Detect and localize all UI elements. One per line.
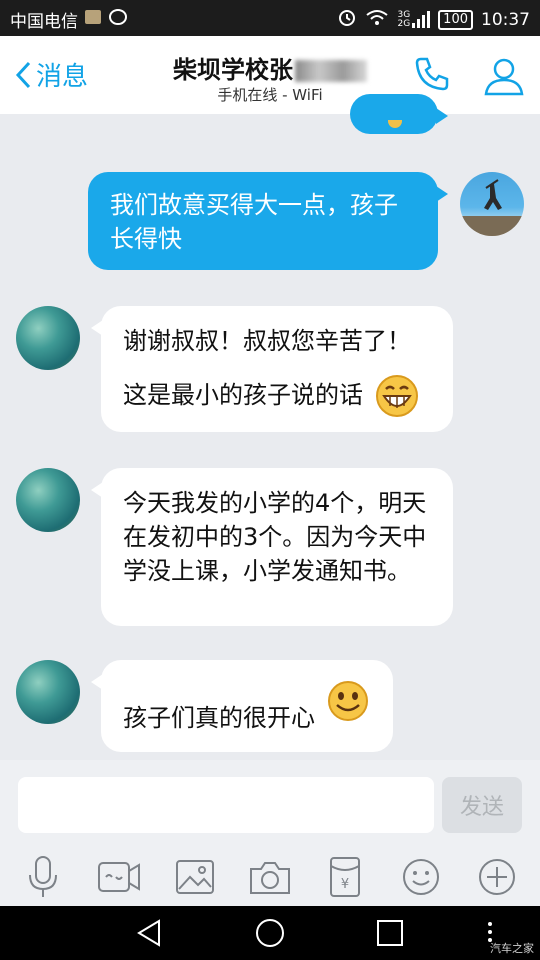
carrier-name: 中国电信	[10, 12, 78, 32]
phone-icon	[415, 57, 449, 91]
microphone-icon	[29, 856, 57, 897]
call-button[interactable]	[412, 54, 452, 98]
battery-indicator: 100	[438, 9, 473, 30]
triangle-back-icon	[137, 919, 160, 947]
camera-icon	[250, 862, 290, 894]
nav-recents-button[interactable]	[370, 916, 410, 950]
page-title: 柴坝学校张	[0, 50, 540, 85]
message-bubble-outgoing[interactable]: 我们故意买得大一点，孩子长得快	[88, 172, 448, 270]
nav-home-button[interactable]	[250, 916, 290, 950]
message-text: 孩子们真的很开心	[123, 704, 315, 732]
nav-back-button[interactable]	[130, 916, 170, 950]
chat-header: 消息 柴坝学校张 手机在线 - WiFi	[0, 36, 540, 114]
person-icon	[484, 58, 524, 96]
more-button[interactable]	[472, 852, 522, 902]
message-bubble-incoming[interactable]: 谢谢叔叔！叔叔您辛苦了！ 这是最小的孩子说的话	[91, 306, 453, 432]
message-text: 谢谢叔叔！叔叔您辛苦了！	[123, 327, 411, 355]
send-button[interactable]: 发送	[442, 777, 522, 833]
message-text: 我们故意买得大一点，孩子长得快	[110, 191, 398, 253]
notification-icon	[84, 8, 102, 31]
watermark: 汽车之家	[490, 942, 534, 955]
video-button[interactable]	[94, 852, 144, 902]
emoji-icon	[388, 120, 402, 128]
profile-button[interactable]	[482, 54, 526, 102]
message-text: 今天我发的小学的4个，明天在发初中的3个。因为今天中学没上课，小学发通知书。	[123, 489, 427, 585]
system-nav-bar: 汽车之家	[0, 906, 540, 960]
message-input[interactable]	[18, 777, 434, 833]
smile-emoji-icon	[327, 681, 368, 721]
plus-icon	[479, 859, 515, 895]
smiley-icon	[403, 859, 439, 895]
online-status: 手机在线 - WiFi	[217, 86, 323, 104]
clock: 10:37	[481, 9, 530, 30]
voice-button[interactable]	[18, 852, 68, 902]
red-packet-icon: ¥	[330, 857, 360, 897]
image-icon	[176, 860, 214, 894]
message-bubble-incoming[interactable]: 今天我发的小学的4个，明天在发初中的3个。因为今天中学没上课，小学发通知书。	[91, 468, 453, 626]
avatar-image	[460, 179, 524, 236]
message-list[interactable]: 我们故意买得大一点，孩子长得快 谢谢叔叔！叔叔您辛苦了！ 这是最小的孩子说的话	[0, 94, 540, 760]
signal-icon: 3G 2G	[397, 10, 431, 29]
compose-toolbar: ¥	[0, 848, 540, 906]
contact-avatar[interactable]	[16, 468, 80, 532]
message-bubble-partial[interactable]	[350, 94, 448, 134]
camera-button[interactable]	[245, 852, 295, 902]
svg-text:¥: ¥	[341, 877, 349, 892]
contact-avatar[interactable]	[16, 306, 80, 370]
red-packet-button[interactable]: ¥	[320, 852, 370, 902]
my-avatar[interactable]	[460, 172, 524, 236]
image-button[interactable]	[170, 852, 220, 902]
message-bubble-incoming[interactable]: 孩子们真的很开心	[91, 660, 393, 752]
message-text: 这是最小的孩子说的话	[123, 381, 363, 409]
square-recents-icon	[377, 920, 403, 946]
emoji-button[interactable]	[396, 852, 446, 902]
qq-message-icon	[108, 8, 128, 31]
redacted-name-blur	[295, 60, 367, 82]
video-icon	[98, 862, 140, 892]
circle-home-icon	[256, 919, 284, 947]
wifi-icon	[365, 8, 389, 31]
status-bar: 中国电信 3G 2G 100 10:37	[0, 0, 540, 36]
contact-avatar[interactable]	[16, 660, 80, 724]
network-2g-label: 2G	[397, 18, 411, 29]
compose-bar: 发送	[0, 760, 540, 848]
alarm-icon	[337, 7, 357, 32]
grin-emoji-icon	[375, 375, 418, 417]
contact-name: 柴坝学校张	[173, 56, 293, 84]
